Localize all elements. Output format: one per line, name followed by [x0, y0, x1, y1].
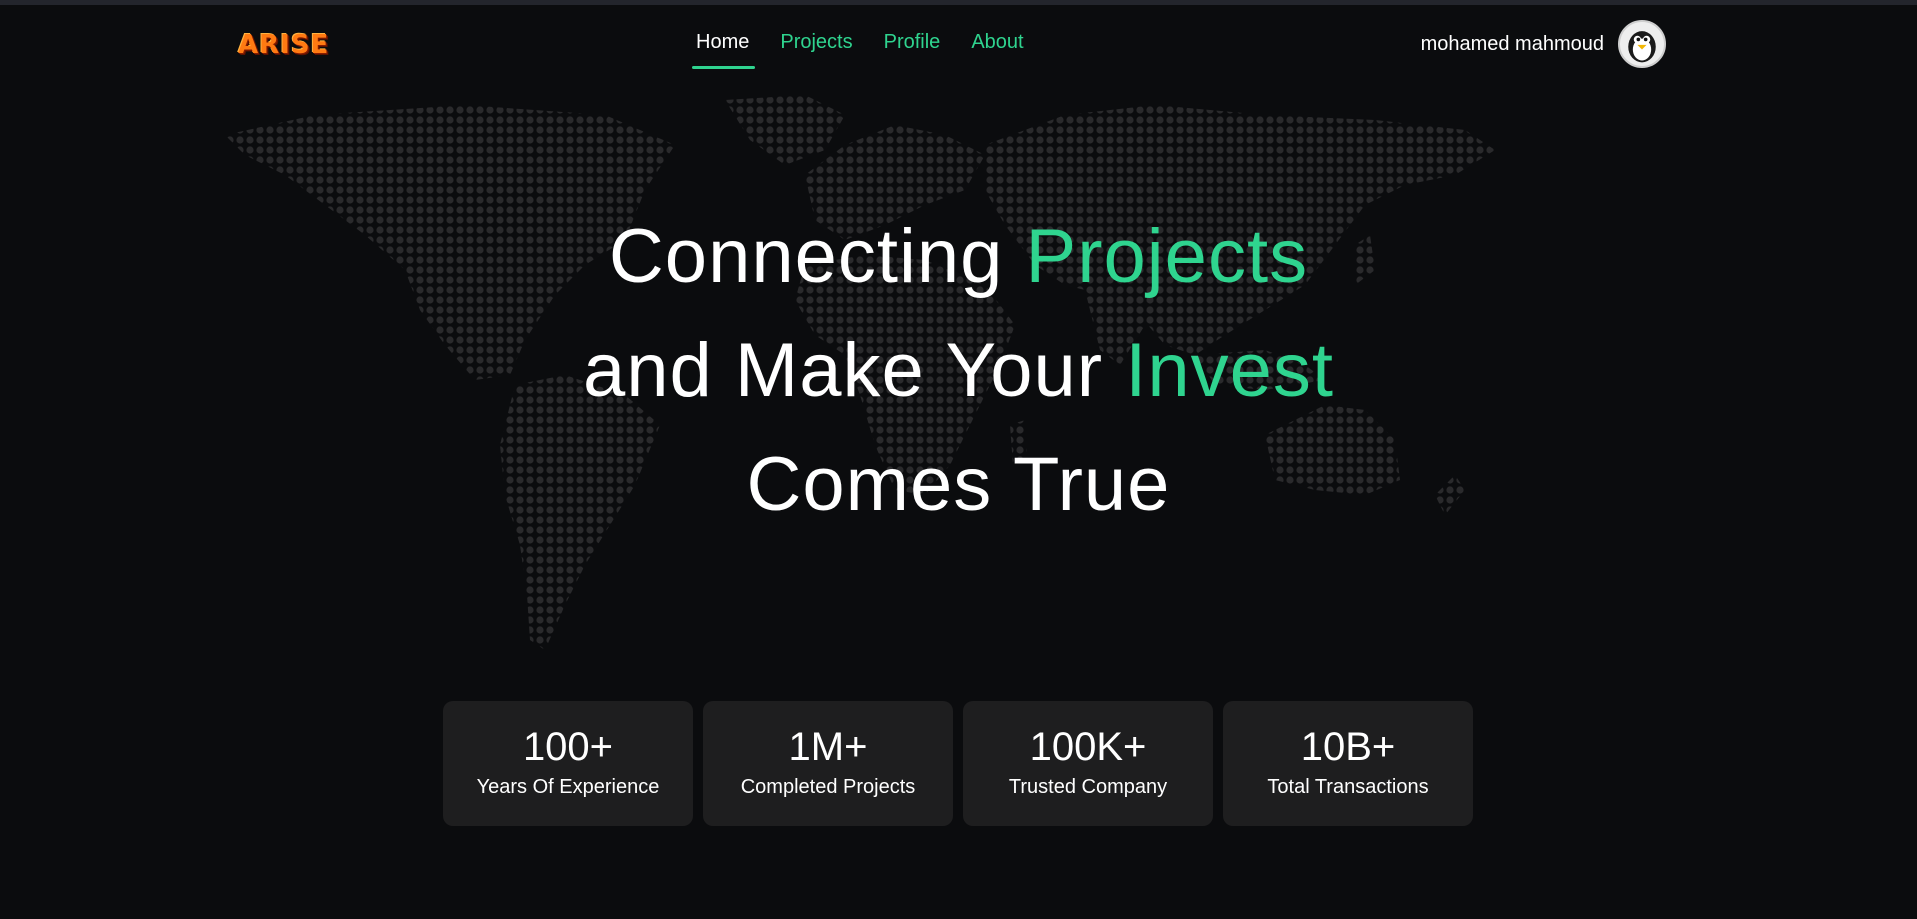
- nav-projects[interactable]: Projects: [774, 31, 858, 54]
- nav-about[interactable]: About: [965, 31, 1029, 54]
- hero-line-1-accent: Projects: [1025, 214, 1309, 299]
- hero-line-1-text: Connecting: [608, 214, 1026, 299]
- stat-value: 100+: [522, 725, 614, 769]
- arise-logo[interactable]: ARISE: [238, 30, 329, 60]
- top-navbar: ARISE Home Projects Profile About mohame…: [0, 5, 1917, 85]
- stat-value: 10B+: [1300, 725, 1396, 769]
- stat-card-projects: 1M+ Completed Projects: [703, 701, 953, 826]
- hero-line-3: Comes True: [746, 442, 1171, 527]
- stat-value: 100K+: [1029, 725, 1147, 769]
- hero-line-1: Connecting Projects: [0, 200, 1917, 314]
- stat-label: Total Transactions: [1267, 776, 1429, 798]
- stat-card-experience: 100+ Years Of Experience: [443, 701, 693, 826]
- stats-row: 100+ Years Of Experience 1M+ Completed P…: [443, 701, 1473, 826]
- penguin-icon: [1620, 22, 1664, 66]
- hero-line-2-text: and Make Your: [583, 328, 1126, 413]
- user-name[interactable]: mohamed mahmoud: [1421, 33, 1604, 56]
- stat-label: Trusted Company: [1008, 776, 1168, 798]
- user-menu[interactable]: mohamed mahmoud: [1421, 20, 1666, 68]
- nav-home[interactable]: Home: [690, 31, 756, 69]
- stat-label: Years Of Experience: [476, 776, 660, 798]
- avatar[interactable]: [1618, 20, 1666, 68]
- hero-line-2-accent: Invest: [1125, 328, 1334, 413]
- hero-line-2: and Make Your Invest: [0, 314, 1917, 428]
- nav-profile[interactable]: Profile: [878, 31, 947, 54]
- hero-heading: Connecting Projects and Make Your Invest…: [0, 200, 1917, 542]
- main-nav: Home Projects Profile About: [690, 31, 1030, 69]
- stat-card-transactions: 10B+ Total Transactions: [1223, 701, 1473, 826]
- stat-label: Completed Projects: [740, 776, 916, 798]
- stat-value: 1M+: [788, 725, 868, 769]
- stat-card-companies: 100K+ Trusted Company: [963, 701, 1213, 826]
